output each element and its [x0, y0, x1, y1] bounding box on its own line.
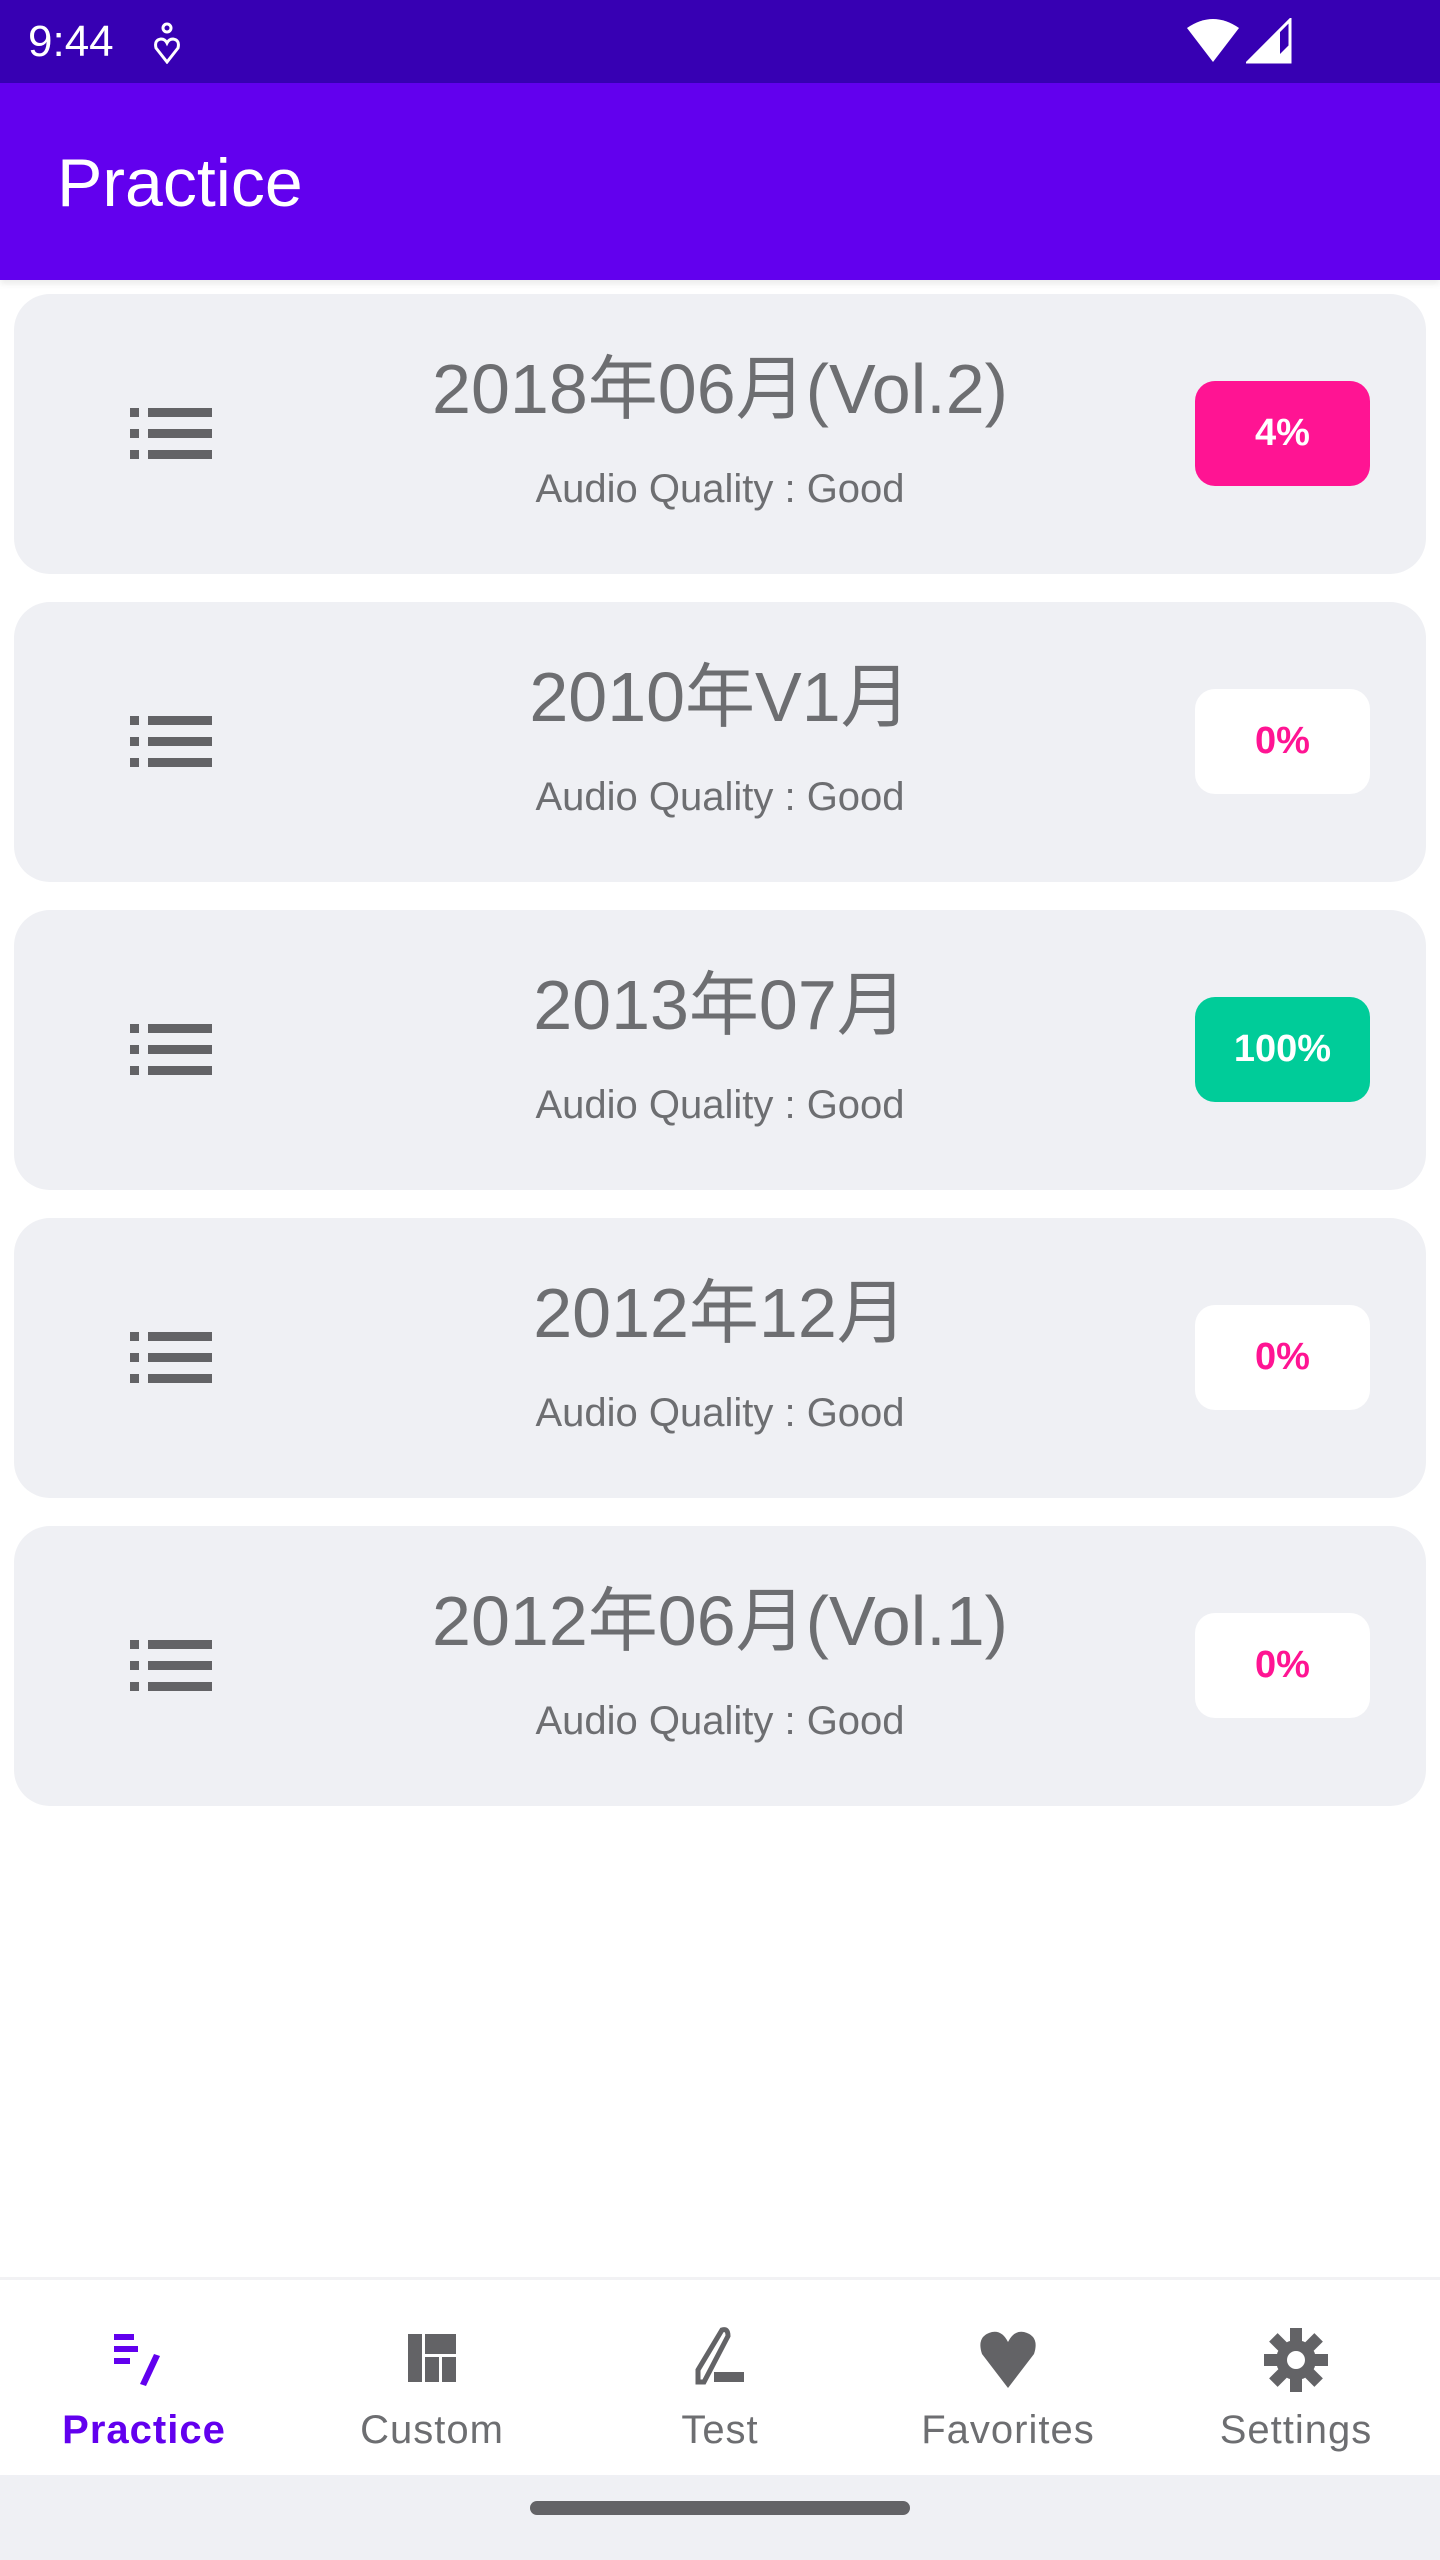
- list-item[interactable]: 2010年V1月 Audio Quality : Good 0%: [14, 602, 1426, 882]
- home-gesture-handle[interactable]: [530, 2501, 910, 2515]
- progress-badge: 0%: [1195, 689, 1370, 794]
- app-bar: Practice: [0, 83, 1440, 280]
- nav-tab-test[interactable]: Test: [576, 2280, 864, 2475]
- nav-tab-favorites[interactable]: Favorites: [864, 2280, 1152, 2475]
- progress-badge: 100%: [1195, 997, 1370, 1102]
- wifi-icon: [1187, 19, 1239, 62]
- nav-tab-practice[interactable]: Practice: [0, 2280, 288, 2475]
- list-item[interactable]: 2018年06月(Vol.2) Audio Quality : Good 4%: [14, 294, 1426, 574]
- bottom-navigation: Practice Custom Test Favorites Settings: [0, 2277, 1440, 2475]
- page-title: Practice: [57, 145, 303, 221]
- progress-badge: 0%: [1195, 1305, 1370, 1410]
- progress-badge: 0%: [1195, 1613, 1370, 1718]
- status-time: 9:44: [28, 17, 114, 66]
- list-item[interactable]: 2012年06月(Vol.1) Audio Quality : Good 0%: [14, 1526, 1426, 1806]
- nav-label: Custom: [360, 2408, 504, 2452]
- list-item[interactable]: 2013年07月 Audio Quality : Good 100%: [14, 910, 1426, 1190]
- gear-icon: [1264, 2328, 1328, 2392]
- signal-icon: [1246, 18, 1292, 64]
- list-item[interactable]: 2012年12月 Audio Quality : Good 0%: [14, 1218, 1426, 1498]
- practice-list: 2018年06月(Vol.2) Audio Quality : Good 4% …: [14, 294, 1426, 1834]
- heart-icon: [980, 2331, 1036, 2388]
- nav-label: Test: [681, 2408, 759, 2452]
- progress-badge: 4%: [1195, 381, 1370, 486]
- dashboard-grid-icon: [408, 2334, 456, 2382]
- system-gesture-area: [0, 2475, 1440, 2560]
- notification-icon: [154, 22, 180, 64]
- nav-tab-custom[interactable]: Custom: [288, 2280, 576, 2475]
- practice-edit-list-icon: [114, 2334, 160, 2386]
- nav-label: Settings: [1219, 2408, 1373, 2452]
- status-bar: 9:44: [0, 0, 1440, 83]
- nav-tab-settings[interactable]: Settings: [1152, 2280, 1440, 2475]
- pencil-icon: [695, 2327, 744, 2385]
- nav-label: Practice: [62, 2408, 226, 2452]
- nav-label: Favorites: [921, 2408, 1095, 2452]
